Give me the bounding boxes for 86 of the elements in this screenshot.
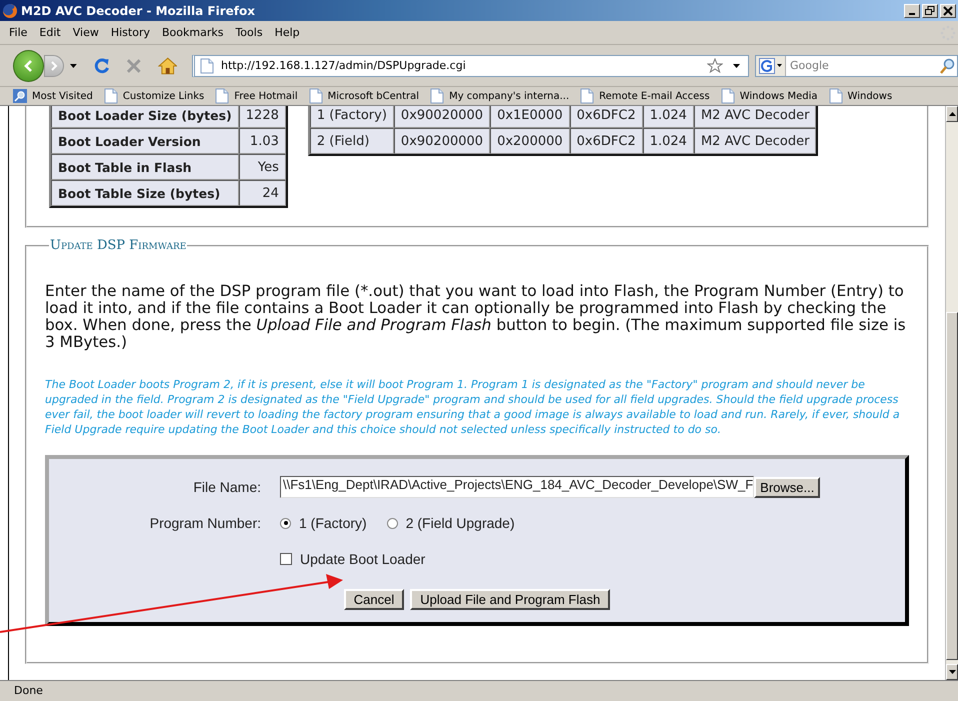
scrollbar[interactable] bbox=[945, 106, 958, 680]
search-engine-button[interactable] bbox=[756, 56, 786, 76]
address-text: http://192.168.1.127/admin/DSPUpgrade.cgi bbox=[221, 59, 467, 72]
menu-item[interactable]: Tools bbox=[230, 26, 270, 39]
menu-item[interactable]: View bbox=[68, 26, 106, 39]
folder-search-icon[interactable] bbox=[12, 88, 28, 104]
table-cell: 0x1E0000 bbox=[490, 106, 570, 128]
upload-button[interactable]: Upload File and Program Flash bbox=[410, 589, 610, 610]
section-title: Update DSP Firmware bbox=[49, 238, 188, 253]
table-cell: 2 (Field) bbox=[310, 128, 394, 154]
page-icon[interactable] bbox=[720, 88, 736, 104]
bookmark-link[interactable]: Customize Links bbox=[122, 90, 204, 102]
bookmark-link[interactable]: Microsoft bCentral bbox=[328, 90, 420, 102]
page-icon[interactable] bbox=[102, 88, 119, 104]
program-option[interactable]: 1 (Factory) bbox=[280, 515, 367, 531]
minimize-icon bbox=[909, 12, 915, 14]
home-icon[interactable] bbox=[158, 56, 178, 74]
bookmark-link[interactable]: Remote E-mail Access bbox=[599, 90, 710, 102]
window-title: M2D AVC Decoder - Mozilla Firefox bbox=[21, 4, 256, 18]
menu-item[interactable]: Bookmarks bbox=[156, 26, 230, 39]
file-name-field[interactable]: \\Fs1\Eng_Dept\IRAD\Active_Projects\ENG_184_AVC_Decoder_Develope\SW_F bbox=[280, 476, 754, 498]
table-cell: M2 AVC Decoder bbox=[694, 106, 816, 128]
program-option[interactable]: 2 (Field Upgrade) bbox=[386, 515, 515, 531]
scroll-down-icon bbox=[948, 670, 956, 674]
radio-button[interactable] bbox=[280, 518, 291, 528]
restore-icon bbox=[924, 4, 936, 16]
close-icon bbox=[942, 4, 954, 16]
table-cell: 1228 bbox=[238, 106, 286, 128]
cancel-button[interactable]: Cancel bbox=[344, 589, 404, 610]
radio-button[interactable] bbox=[386, 518, 398, 528]
table-cell: 0x200000 bbox=[490, 128, 570, 154]
table-cell: M2 AVC Decoder bbox=[694, 128, 816, 154]
status-text: Done bbox=[0, 680, 958, 701]
menu-item[interactable]: History bbox=[106, 26, 157, 39]
bookmark-link[interactable]: Windows Media bbox=[740, 90, 818, 102]
minimize-button[interactable] bbox=[904, 4, 920, 18]
boot-loader-option[interactable]: Update Boot Loader bbox=[280, 551, 426, 567]
restore-button[interactable] bbox=[922, 4, 938, 18]
scroll-up-icon bbox=[948, 112, 956, 116]
reload-icon[interactable] bbox=[92, 56, 110, 74]
menu-item[interactable]: Edit bbox=[34, 26, 68, 39]
table-cell: 0x90020000 bbox=[394, 106, 490, 128]
bookmark-link[interactable]: Most Visited bbox=[32, 90, 93, 102]
table-cell: Boot Table Size (bytes) bbox=[51, 180, 239, 206]
field-label: File Name: bbox=[192, 478, 261, 497]
caret-icon[interactable] bbox=[733, 64, 740, 68]
table-cell: 0x6DFC2 bbox=[570, 128, 643, 154]
table-cell: Boot Loader Size (bytes) bbox=[51, 106, 239, 128]
page-icon[interactable] bbox=[828, 88, 844, 104]
close-button[interactable] bbox=[940, 4, 956, 18]
google-g-icon bbox=[759, 58, 775, 74]
scroll-thumb[interactable] bbox=[946, 312, 958, 660]
page-icon bbox=[199, 58, 216, 74]
page-icon[interactable] bbox=[579, 88, 596, 104]
page-icon[interactable] bbox=[308, 88, 324, 104]
table-cell: Boot Loader Version bbox=[51, 128, 239, 154]
search-field[interactable]: Google bbox=[755, 54, 958, 76]
note-text: The Boot Loader boots Program 2, if it is present, else it will boot Program 1. Program 1 is designated as the "Factory" program and should never be upgraded in the field. Program 2 is designated as the "Field Upgrade" program and should be used for all field upgrades. Should the field upgrade process ever fail, the boot loader will revert to loading the factory program ensuring that a good image is always available to load and run. Rarely, if ever, should a Field Upgrade require updating the Boot Loader and this choice should not selected unless specifically instructed to do so. bbox=[45, 377, 901, 437]
forward-button[interactable] bbox=[44, 54, 64, 76]
table-cell: 0x6DFC2 bbox=[570, 106, 643, 128]
table-cell: 0x90200000 bbox=[394, 128, 490, 154]
table-cell: Boot Table in Flash bbox=[51, 154, 239, 180]
menu-item[interactable]: File bbox=[4, 26, 34, 39]
page-icon[interactable] bbox=[429, 88, 446, 104]
instructions-text: Enter the name of the DSP program file (*.out) that you want to load into Flash, the Program Number (Entry) to load it into, and if the file contains a Boot Loader it can optionally be programmed into Flash by checking the box. When done, press the Upload File and Program Flash button to begin. (The maximum supported file size is 3 MBytes.) bbox=[45, 283, 907, 351]
back-button[interactable] bbox=[13, 50, 44, 82]
browse-button[interactable]: Browse... bbox=[754, 476, 820, 498]
checkbox[interactable] bbox=[280, 553, 292, 565]
table-cell: 1 (Factory) bbox=[310, 106, 394, 128]
field-label: Program Number: bbox=[148, 514, 261, 533]
bookmark-link[interactable]: Free Hotmail bbox=[234, 90, 298, 102]
table-cell: 1.024 bbox=[642, 128, 694, 154]
bookmark-link[interactable]: Windows bbox=[848, 90, 892, 102]
caret-icon bbox=[777, 64, 782, 67]
menu-item[interactable]: Help bbox=[270, 26, 307, 39]
star-icon[interactable] bbox=[707, 58, 723, 74]
caret-icon[interactable] bbox=[70, 64, 77, 68]
table-cell: 1.024 bbox=[642, 106, 694, 128]
page-icon[interactable] bbox=[214, 88, 230, 104]
bookmark-link[interactable]: My company's interna... bbox=[449, 90, 570, 102]
address-field[interactable]: http://192.168.1.127/admin/DSPUpgrade.cgi bbox=[192, 54, 749, 76]
table-cell: 1.03 bbox=[238, 128, 286, 154]
firefox-icon bbox=[2, 2, 18, 18]
search-icon[interactable] bbox=[939, 58, 955, 74]
table-cell: Yes bbox=[238, 154, 286, 180]
table-cell: 24 bbox=[238, 180, 286, 206]
